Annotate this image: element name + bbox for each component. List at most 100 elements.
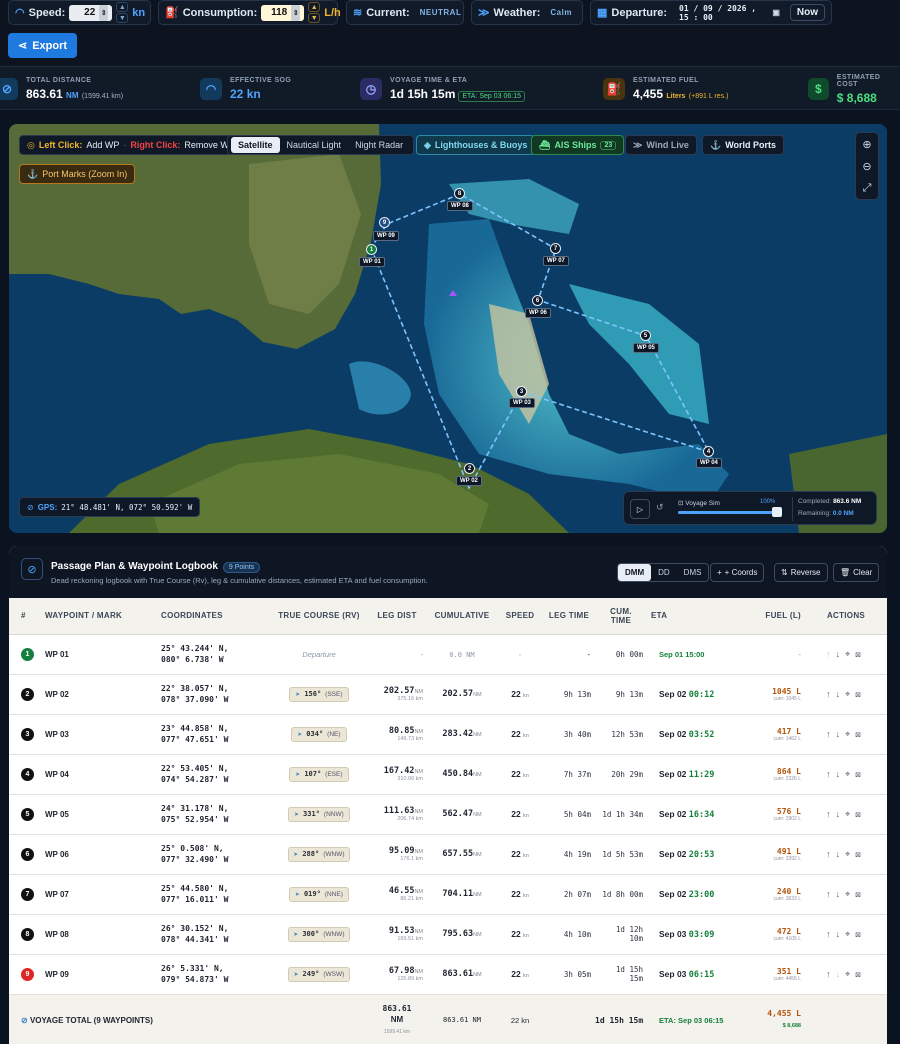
locate-pin-icon[interactable]: ⌖	[845, 849, 855, 859]
departure-datetime-input[interactable]: 01 / 09 / 2026 , 15 : 00	[679, 4, 768, 22]
locate-pin-icon[interactable]: ⌖	[845, 969, 855, 979]
consumption-stepper[interactable]: ▲ ▼	[308, 2, 321, 23]
arrow-up-icon[interactable]: ↑	[826, 929, 836, 939]
arrow-down-icon[interactable]: ↓	[836, 809, 846, 819]
locate-pin-icon[interactable]: ⌖	[845, 769, 855, 779]
waypoint-marker[interactable]: 2	[464, 463, 475, 474]
port-marks-toggle[interactable]: ⚓ Port Marks (Zoom In)	[19, 164, 136, 184]
trash-icon[interactable]: ⊠	[855, 689, 866, 699]
waypoint-marker[interactable]: 9	[379, 217, 390, 228]
arrow-up-icon[interactable]: ↑	[826, 969, 836, 979]
trash-icon[interactable]: ⊠	[855, 929, 866, 939]
trash-icon[interactable]: ⊠	[855, 889, 866, 899]
table-row[interactable]: 5 WP 05 24° 31.178' N, 075° 52.954' W ➤ 33…	[9, 794, 887, 834]
waypoint-marker[interactable]: 7	[550, 243, 561, 254]
arrow-down-icon[interactable]: ↓	[836, 889, 846, 899]
locate-pin-icon[interactable]: ⌖	[845, 689, 855, 699]
trash-icon[interactable]: ⊠	[855, 649, 866, 659]
world-ports-toggle[interactable]: ⚓ World Ports	[702, 135, 785, 155]
speed-input[interactable]: 22 ⇕	[69, 4, 113, 21]
waypoint-marker[interactable]: 5	[640, 330, 651, 341]
layer-satellite[interactable]: Satellite	[231, 137, 280, 153]
speed-spinner[interactable]: ⇕	[99, 4, 109, 21]
weather-control[interactable]: ≫ Weather: Calm	[471, 0, 583, 25]
arrow-down-icon[interactable]: ↓	[836, 729, 846, 739]
export-button[interactable]: ⋖ Export	[8, 33, 77, 58]
row-actions: ↑↓⌖⊠	[826, 649, 866, 659]
share-icon: ⋖	[17, 40, 28, 52]
locate-pin-icon[interactable]: ⌖	[845, 649, 855, 659]
trash-icon[interactable]: ⊠	[855, 969, 866, 979]
waypoint-marker[interactable]: 6	[532, 295, 543, 306]
trash-icon[interactable]: ⊠	[855, 809, 866, 819]
table-row[interactable]: 4 WP 04 22° 53.405' N, 074° 54.287' W ➤ 10…	[9, 754, 887, 794]
format-dd[interactable]: DD	[651, 564, 677, 581]
locate-pin-icon[interactable]: ⌖	[845, 929, 855, 939]
table-row[interactable]: 1 WP 01 25° 43.244' N, 080° 6.738' W Depa…	[9, 634, 887, 674]
ais-ships-toggle[interactable]: ⛴ AIS Ships 23	[531, 135, 625, 155]
trash-icon[interactable]: ⊠	[855, 849, 866, 859]
locate-pin-icon[interactable]: ⌖	[845, 889, 855, 899]
clear-button[interactable]: 🗑 Clear	[833, 563, 880, 582]
wind-live-toggle[interactable]: ≫ Wind Live	[625, 135, 697, 155]
arrow-up-icon[interactable]: ↑	[826, 689, 836, 699]
zoom-out-icon[interactable]: ⊖	[862, 160, 871, 173]
fuel: 576 Lcum: 2902 L	[773, 806, 801, 822]
consumption-spinner[interactable]: ⇕	[291, 4, 301, 21]
waypoint-marker[interactable]: 8	[454, 188, 465, 199]
arrow-up-icon[interactable]: ↑	[826, 729, 836, 739]
arrow-down-icon[interactable]: ↓	[836, 849, 846, 859]
table-row[interactable]: 9 WP 09 26° 5.331' N, 079° 54.873' W ➤ 249…	[9, 954, 887, 994]
arrow-up-icon[interactable]: ↑	[826, 809, 836, 819]
chevron-up-icon[interactable]: ▲	[308, 2, 321, 12]
arrow-down-icon[interactable]: ↓	[836, 969, 846, 979]
layer-switcher: Satellite Nautical Light Night Radar	[227, 135, 415, 155]
table-row[interactable]: 3 WP 03 23° 44.858' N, 077° 47.651' W ➤ 03…	[9, 714, 887, 754]
arrow-down-icon[interactable]: ↓	[836, 929, 846, 939]
table-row[interactable]: 8 WP 08 26° 30.152' N, 078° 44.341' W ➤ 30…	[9, 914, 887, 954]
column-header: SPEED	[497, 598, 543, 635]
sim-slider[interactable]	[678, 507, 782, 517]
right-click-label: Right Click:	[130, 140, 181, 150]
waypoint-marker[interactable]: 1	[366, 244, 377, 255]
arrow-up-icon[interactable]: ↑	[826, 889, 836, 899]
trash-icon[interactable]: ⊠	[855, 769, 866, 779]
zoom-in-icon[interactable]: ⊕	[862, 138, 871, 151]
arrow-up-icon[interactable]: ↑	[826, 649, 836, 659]
table-row[interactable]: 6 WP 06 25° 0.508' N, 077° 32.490' W ➤ 288…	[9, 834, 887, 874]
play-button[interactable]: ▷	[630, 499, 650, 519]
layer-nautical-light[interactable]: Nautical Light	[280, 137, 349, 153]
table-row[interactable]: 7 WP 07 25° 44.580' N, 077° 16.011' W ➤ 01…	[9, 874, 887, 914]
arrow-down-icon[interactable]: ↓	[836, 689, 846, 699]
chevron-up-icon[interactable]: ▲	[116, 2, 129, 12]
trash-icon[interactable]: ⊠	[855, 729, 866, 739]
chevron-down-icon[interactable]: ▼	[308, 13, 321, 23]
speed-stepper[interactable]: ▲ ▼	[116, 2, 129, 23]
arrow-down-icon[interactable]: ↓	[836, 649, 846, 659]
table-row[interactable]: 2 WP 02 22° 38.057' N, 078° 37.090' W ➤ 15…	[9, 674, 887, 714]
layer-night-radar[interactable]: Night Radar	[348, 137, 410, 153]
arrow-up-icon[interactable]: ↑	[826, 769, 836, 779]
reset-icon[interactable]: ↺	[656, 502, 664, 513]
coordinates: 23° 44.858' N, 077° 47.651' W	[161, 724, 229, 744]
nautical-map[interactable]: ◎ Left Click: Add WP · Right Click: Remove…	[9, 124, 887, 533]
current-control[interactable]: ≋ Current: NEUTRAL	[346, 0, 464, 25]
add-coords-button[interactable]: + + Coords	[710, 563, 765, 582]
format-dms[interactable]: DMS	[677, 564, 709, 581]
crosshair-icon: ⊘	[27, 502, 34, 512]
fullscreen-icon[interactable]: ⤢	[863, 182, 872, 195]
waypoint-marker[interactable]: 3	[516, 386, 527, 397]
reverse-button[interactable]: ⇅ Reverse	[774, 563, 828, 582]
lighthouses-toggle[interactable]: ◈ Lighthouses & Buoys	[416, 135, 536, 155]
arrow-down-icon[interactable]: ↓	[836, 769, 846, 779]
locate-pin-icon[interactable]: ⌖	[845, 809, 855, 819]
arrow-up-icon[interactable]: ↑	[826, 849, 836, 859]
waypoint-marker[interactable]: 4	[703, 446, 714, 457]
locate-pin-icon[interactable]: ⌖	[845, 729, 855, 739]
calendar-picker-icon[interactable]: ▣	[772, 8, 780, 17]
consumption-input[interactable]: 118 ⇕	[261, 4, 305, 21]
chevron-down-icon[interactable]: ▼	[116, 13, 129, 23]
sim-slider-thumb[interactable]	[772, 507, 782, 517]
format-dmm[interactable]: DMM	[618, 564, 652, 581]
now-button[interactable]: Now	[789, 4, 825, 21]
